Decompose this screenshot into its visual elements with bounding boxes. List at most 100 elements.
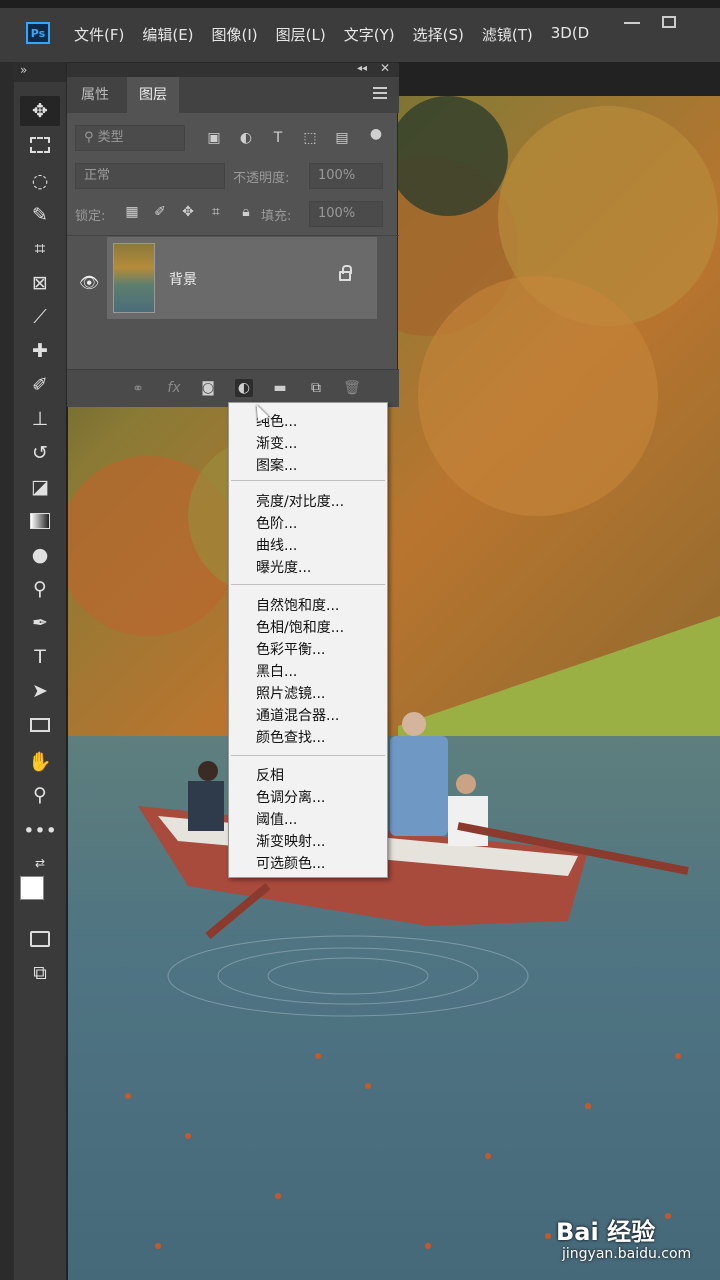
menu-item-color-balance[interactable]: 色彩平衡... xyxy=(256,639,325,659)
menu-item-hue-saturation[interactable]: 色相/饱和度... xyxy=(256,617,344,637)
photoshop-logo-icon: Ps xyxy=(26,22,50,44)
menu-item-selective-color[interactable]: 可选颜色... xyxy=(256,853,325,873)
delete-layer-icon[interactable]: 🗑︎ xyxy=(343,379,361,397)
stamp-tool-icon[interactable]: ⊥ xyxy=(20,404,60,434)
opacity-label: 不透明度: xyxy=(233,171,290,186)
menu-item-channel-mixer[interactable]: 通道混合器... xyxy=(256,705,339,725)
gradient-tool-icon[interactable] xyxy=(20,506,60,536)
layer-filter-select[interactable]: ⚲ 类型 xyxy=(75,125,185,151)
adjustment-filter-icon[interactable]: ◐ xyxy=(237,129,255,147)
lock-label: 锁定: xyxy=(75,209,106,224)
quick-select-tool-icon[interactable]: ✎ xyxy=(20,200,60,230)
type-filter-icon[interactable]: T xyxy=(269,129,287,147)
lock-artboard-icon[interactable]: ⌗ xyxy=(207,203,225,221)
quick-mask-icon[interactable] xyxy=(20,924,60,954)
layers-panel: ◂◂ ✕ 属性 图层 ⚲ 类型 ▣ ◐ T ⬚ ▤ ● 正常 不透明度: 100… xyxy=(66,61,399,407)
lock-all-icon[interactable]: 🔒︎ xyxy=(237,203,255,221)
swap-colors-icon[interactable]: ⇄ xyxy=(20,848,60,878)
lock-transparent-icon[interactable]: ▦ xyxy=(123,203,141,221)
brush-tool-icon[interactable]: ✐ xyxy=(20,370,60,400)
eraser-tool-icon[interactable]: ◪ xyxy=(20,472,60,502)
menu-edit[interactable]: 编辑(E) xyxy=(142,24,193,45)
path-select-tool-icon[interactable]: ➤ xyxy=(20,676,60,706)
lock-position-icon[interactable]: ✥ xyxy=(179,203,197,221)
rectangle-tool-icon[interactable] xyxy=(20,710,60,740)
menu-separator xyxy=(231,755,385,756)
dodge-tool-icon[interactable]: ⚲ xyxy=(20,574,60,604)
lasso-tool-icon[interactable]: ◌ xyxy=(20,166,60,196)
smart-object-filter-icon[interactable]: ▤ xyxy=(333,129,351,147)
eyedropper-tool-icon[interactable]: ⟋ xyxy=(20,302,60,332)
menu-item-threshold[interactable]: 阈值... xyxy=(256,809,297,829)
menu-item-gradient[interactable]: 渐变... xyxy=(256,433,297,453)
menu-item-gradient-map[interactable]: 渐变映射... xyxy=(256,831,325,851)
menu-item-brightness-contrast[interactable]: 亮度/对比度... xyxy=(256,491,344,511)
foreground-color-swatch[interactable] xyxy=(20,876,44,900)
menu-item-invert[interactable]: 反相 xyxy=(256,765,284,785)
menu-layer[interactable]: 图层(L) xyxy=(276,24,326,45)
crop-tool-icon[interactable]: ⌗ xyxy=(20,234,60,264)
fill-label: 填充: xyxy=(261,209,292,224)
healing-brush-tool-icon[interactable]: ✚ xyxy=(20,336,60,366)
menu-type[interactable]: 文字(Y) xyxy=(344,24,395,45)
pixel-filter-icon[interactable]: ▣ xyxy=(205,129,223,147)
panel-tabs: 属性 图层 xyxy=(67,77,399,113)
menu-image[interactable]: 图像(I) xyxy=(212,24,258,45)
new-layer-icon[interactable]: ⧉ xyxy=(307,379,325,397)
menu-item-photo-filter[interactable]: 照片滤镜... xyxy=(256,683,325,703)
new-group-icon[interactable]: ▬ xyxy=(271,379,289,397)
link-layers-icon[interactable]: ⚭ xyxy=(129,380,147,398)
opacity-input[interactable]: 100% xyxy=(309,163,383,189)
layer-row-background[interactable]: 背景 xyxy=(107,237,377,319)
more-tools-icon[interactable]: ••• xyxy=(20,816,60,846)
toolbar-collapse-icon[interactable]: » xyxy=(20,63,27,77)
maximize-icon[interactable] xyxy=(662,16,676,28)
filter-toggle-icon[interactable]: ● xyxy=(367,125,385,143)
menu-item-levels[interactable]: 色阶... xyxy=(256,513,297,533)
menu-item-posterize[interactable]: 色调分离... xyxy=(256,787,325,807)
menu-item-vibrance[interactable]: 自然饱和度... xyxy=(256,595,339,615)
divider xyxy=(67,235,399,236)
menu-3d[interactable]: 3D(D xyxy=(551,24,590,45)
tab-properties[interactable]: 属性 xyxy=(69,77,121,113)
menu-separator xyxy=(231,584,385,585)
fx-icon[interactable]: fx xyxy=(165,379,183,397)
close-panel-icon[interactable]: ✕ xyxy=(380,61,390,75)
blur-tool-icon[interactable]: ● xyxy=(20,540,60,570)
screen-mode-icon[interactable]: ⧉ xyxy=(20,958,60,988)
move-tool-icon[interactable]: ✥ xyxy=(20,96,60,126)
lock-image-icon[interactable]: ✐ xyxy=(151,203,169,221)
frame-tool-icon[interactable]: ⊠ xyxy=(20,268,60,298)
layer-name: 背景 xyxy=(169,272,197,288)
minimize-icon[interactable] xyxy=(624,22,640,24)
tab-layers[interactable]: 图层 xyxy=(127,77,179,113)
layer-thumbnail xyxy=(113,243,155,313)
menu-item-color-lookup[interactable]: 颜色查找... xyxy=(256,727,325,747)
shape-filter-icon[interactable]: ⬚ xyxy=(301,129,319,147)
fill-input[interactable]: 100% xyxy=(309,201,383,227)
pen-tool-icon[interactable]: ✒ xyxy=(20,608,60,638)
menu-filter[interactable]: 滤镜(T) xyxy=(482,24,533,45)
menu-item-black-white[interactable]: 黑白... xyxy=(256,661,297,681)
menu-select[interactable]: 选择(S) xyxy=(413,24,464,45)
blend-mode-select[interactable]: 正常 xyxy=(75,163,225,189)
menu-bar: Ps 文件(F) 编辑(E) 图像(I) 图层(L) 文字(Y) 选择(S) 滤… xyxy=(0,0,720,62)
menu-items: 文件(F) 编辑(E) 图像(I) 图层(L) 文字(Y) 选择(S) 滤镜(T… xyxy=(74,24,607,45)
hand-tool-icon[interactable]: ✋ xyxy=(20,746,60,776)
menu-item-pattern[interactable]: 图案... xyxy=(256,455,297,475)
menu-file[interactable]: 文件(F) xyxy=(74,24,124,45)
title-strip xyxy=(0,0,720,8)
type-tool-icon[interactable]: T xyxy=(20,642,60,672)
tools-panel: ✥ ◌ ✎ ⌗ ⊠ ⟋ ✚ ✐ ⊥ ↺ ◪ ● ⚲ ✒ T ➤ ✋ ⚲ ••• … xyxy=(14,82,66,1280)
menu-item-curves[interactable]: 曲线... xyxy=(256,535,297,555)
collapse-panel-icon[interactable]: ◂◂ xyxy=(357,63,367,74)
filter-label: 类型 xyxy=(97,130,124,145)
history-brush-tool-icon[interactable]: ↺ xyxy=(20,438,60,468)
new-adjustment-layer-icon[interactable]: ◐ xyxy=(235,379,253,397)
menu-item-exposure[interactable]: 曝光度... xyxy=(256,557,311,577)
panel-menu-icon[interactable] xyxy=(373,87,387,99)
zoom-tool-icon[interactable]: ⚲ xyxy=(20,780,60,810)
visibility-eye-icon[interactable]: 👁︎ xyxy=(79,273,99,292)
add-mask-icon[interactable]: ◙ xyxy=(199,379,217,397)
marquee-tool-icon[interactable] xyxy=(20,130,60,160)
